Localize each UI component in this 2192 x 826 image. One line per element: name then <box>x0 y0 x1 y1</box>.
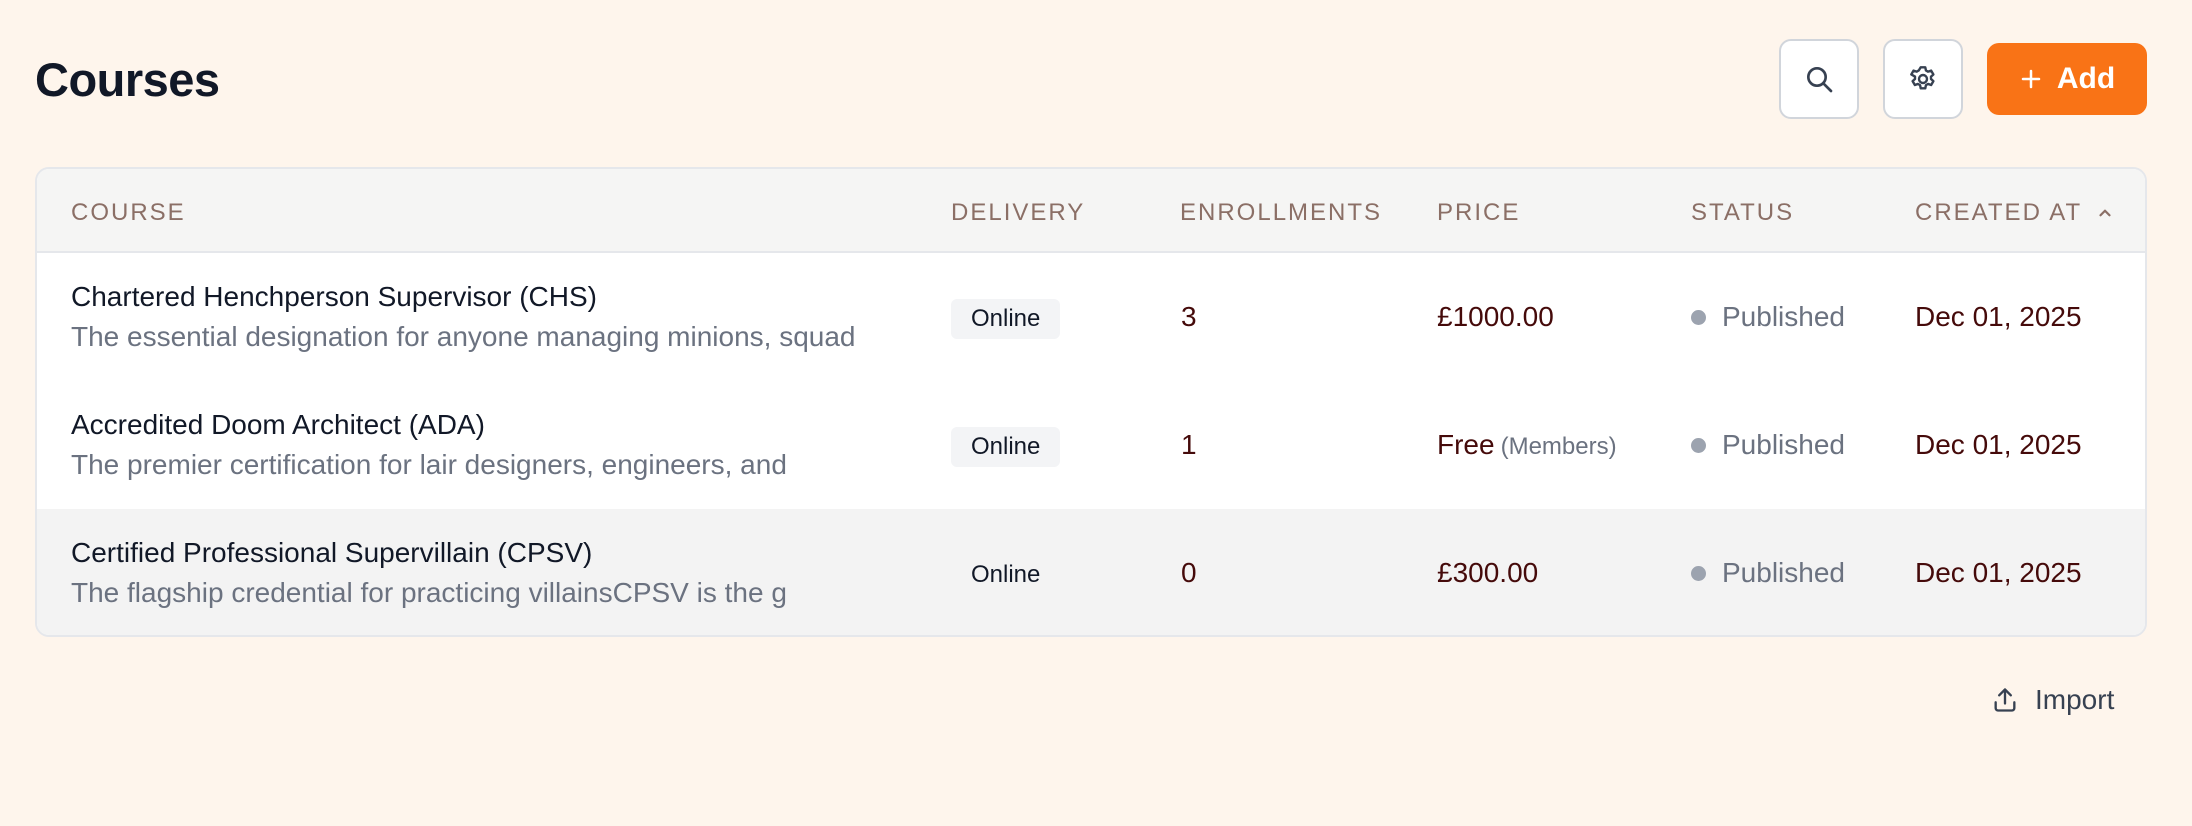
created-at: Dec 01, 2025 <box>1915 429 2082 460</box>
add-button[interactable]: Add <box>1987 43 2147 115</box>
course-name: Certified Professional Supervillain (CPS… <box>71 537 593 568</box>
price-value: £1000.00 <box>1437 301 1554 332</box>
status-label: Published <box>1722 557 1845 588</box>
plus-icon <box>2021 69 2041 89</box>
table-header: COURSE DELIVERY ENROLLMENTS PRICE STATUS… <box>37 169 2145 253</box>
column-header-created-at[interactable]: CREATED AT <box>1915 199 2114 227</box>
status-badge: Published <box>1691 557 1845 589</box>
status-badge: Published <box>1691 301 1845 333</box>
course-description: The essential designation for anyone man… <box>71 321 856 352</box>
price-value: Free <box>1437 429 1495 460</box>
column-header-course[interactable]: COURSE <box>71 199 186 227</box>
price: Free (Members) <box>1437 429 1617 461</box>
status-dot <box>1691 309 1706 325</box>
chevron-up-icon <box>2099 209 2111 217</box>
import-button[interactable]: Import <box>1991 680 2114 720</box>
delivery-badge: Online <box>951 427 1061 467</box>
course-name: Chartered Henchperson Supervisor (CHS) <box>71 281 597 312</box>
search-button[interactable] <box>1779 39 1859 119</box>
table-row[interactable]: Chartered Henchperson Supervisor (CHS) T… <box>37 253 2145 381</box>
price: £1000.00 <box>1437 301 1560 333</box>
enrollments-count: 3 <box>1181 301 1197 332</box>
courses-page: Courses Add COURSE DELIVERY ENROLLMENTS … <box>0 0 2192 826</box>
column-header-price[interactable]: PRICE <box>1437 199 1520 227</box>
status-label: Published <box>1722 429 1845 460</box>
delivery-badge: Online <box>951 555 1061 595</box>
page-title: Courses <box>35 53 220 106</box>
upload-icon <box>1994 688 2016 712</box>
table-row[interactable]: Accredited Doom Architect (ADA) The prem… <box>37 381 2145 509</box>
status-dot <box>1691 565 1706 581</box>
created-at: Dec 01, 2025 <box>1915 557 2082 588</box>
price: £300.00 <box>1437 557 1544 589</box>
column-header-status[interactable]: STATUS <box>1691 199 1794 227</box>
price-note: (Members) <box>1500 433 1617 460</box>
delivery-badge: Online <box>951 299 1061 339</box>
import-label: Import <box>2035 684 2115 715</box>
course-description: The flagship credential for practicing v… <box>71 577 787 608</box>
search-icon <box>1807 67 1833 93</box>
status-badge: Published <box>1691 429 1845 461</box>
course-name: Accredited Doom Architect (ADA) <box>71 409 485 440</box>
course-description: The premier certification for lair desig… <box>71 449 787 480</box>
settings-button[interactable] <box>1883 39 1963 119</box>
table-row[interactable]: Certified Professional Supervillain (CPS… <box>37 509 2145 635</box>
enrollments-count: 0 <box>1181 557 1197 588</box>
column-header-enrollments[interactable]: ENROLLMENTS <box>1180 199 1382 227</box>
status-dot <box>1691 437 1706 453</box>
status-label: Published <box>1722 301 1845 332</box>
enrollments-count: 1 <box>1181 429 1197 460</box>
gear-icon <box>1910 66 1935 90</box>
courses-table: COURSE DELIVERY ENROLLMENTS PRICE STATUS… <box>35 167 2147 637</box>
column-header-delivery[interactable]: DELIVERY <box>951 199 1085 227</box>
created-at: Dec 01, 2025 <box>1915 301 2082 332</box>
price-value: £300.00 <box>1437 557 1539 588</box>
add-button-label: Add <box>2056 62 2116 95</box>
